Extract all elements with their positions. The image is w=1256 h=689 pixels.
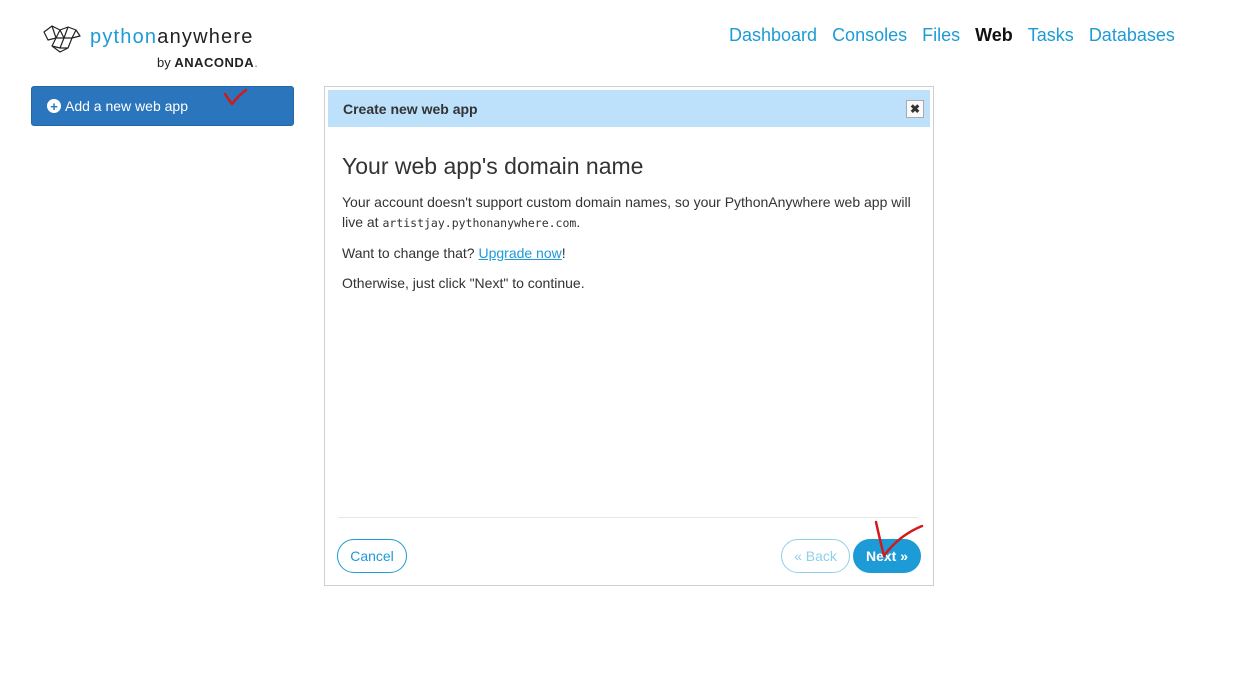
close-icon[interactable]: ✖ bbox=[906, 100, 924, 118]
nav-databases[interactable]: Databases bbox=[1089, 24, 1175, 46]
plus-circle-icon: + bbox=[47, 99, 61, 113]
domain-info-text: Your account doesn't support custom doma… bbox=[342, 194, 911, 230]
upgrade-link[interactable]: Upgrade now bbox=[478, 245, 561, 261]
upgrade-text: Want to change that? Upgrade now! bbox=[342, 245, 566, 261]
dialog-title: Create new web app bbox=[343, 100, 478, 117]
dialog-heading: Your web app's domain name bbox=[342, 153, 644, 179]
nav-files[interactable]: Files bbox=[922, 24, 960, 46]
back-button[interactable]: « Back bbox=[781, 539, 850, 573]
top-navigation: Dashboard Consoles Files Web Tasks Datab… bbox=[729, 24, 1190, 46]
cancel-button[interactable]: Cancel bbox=[337, 539, 407, 573]
nav-tasks[interactable]: Tasks bbox=[1028, 24, 1074, 46]
brand-name: pythonanywhere bbox=[90, 26, 254, 48]
pythonanywhere-logo[interactable]: pythonanywhere by ANACONDA. bbox=[42, 24, 282, 74]
nav-consoles[interactable]: Consoles bbox=[832, 24, 907, 46]
create-web-app-dialog: Create new web app ✖ Your web app's doma… bbox=[324, 86, 934, 586]
add-web-app-label: Add a new web app bbox=[65, 98, 188, 114]
next-button[interactable]: Next » bbox=[853, 539, 921, 573]
brand-byline: by ANACONDA. bbox=[157, 55, 258, 70]
footer-divider bbox=[338, 517, 918, 518]
continue-text: Otherwise, just click "Next" to continue… bbox=[342, 275, 585, 291]
nav-dashboard[interactable]: Dashboard bbox=[729, 24, 817, 46]
dialog-body: Your web app's domain name Your account … bbox=[342, 153, 922, 303]
domain-name: artistjay.pythonanywhere.com bbox=[382, 216, 577, 230]
add-web-app-button[interactable]: + Add a new web app bbox=[31, 86, 294, 126]
dialog-header: Create new web app ✖ bbox=[328, 90, 930, 127]
logo-mark-icon bbox=[43, 25, 81, 53]
nav-web[interactable]: Web bbox=[975, 24, 1013, 46]
